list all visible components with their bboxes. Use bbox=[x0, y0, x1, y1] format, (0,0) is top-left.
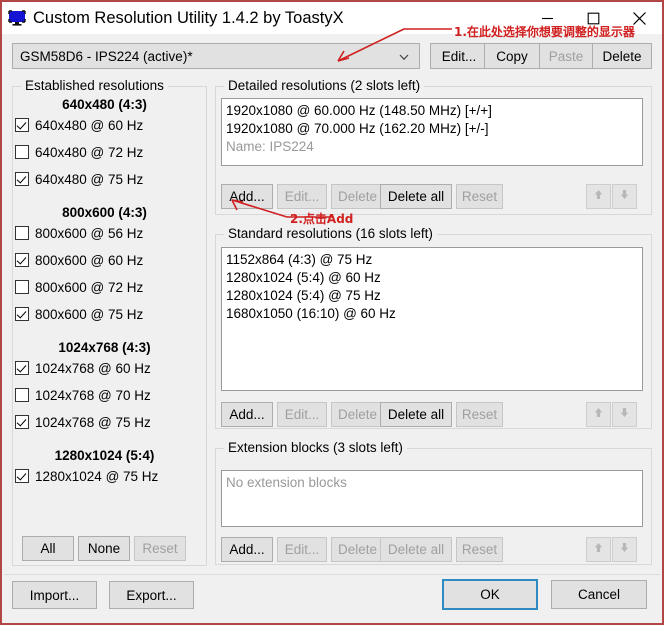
detailed-resolutions-list[interactable]: 1920x1080 @ 60.000 Hz (148.50 MHz) [+/+]… bbox=[221, 98, 643, 166]
standard-edit-button: Edit... bbox=[277, 402, 327, 427]
established-checkbox-row[interactable]: 800x600 @ 75 Hz bbox=[15, 304, 143, 324]
list-item[interactable]: Name: IPS224 bbox=[226, 138, 642, 156]
established-heading-1280x1024: 1280x1024 (5:4) bbox=[54, 448, 155, 463]
standard-resolutions-title: Standard resolutions (16 slots left) bbox=[224, 226, 437, 241]
established-item-label: 800x600 @ 75 Hz bbox=[35, 306, 144, 322]
established-checkbox-row[interactable]: 640x480 @ 60 Hz bbox=[15, 115, 143, 135]
copy-monitor-button[interactable]: Copy bbox=[484, 43, 540, 69]
established-item-label: 1024x768 @ 70 Hz bbox=[35, 387, 151, 403]
detailed-move-up-button bbox=[586, 184, 611, 209]
detailed-move-down-button bbox=[612, 184, 637, 209]
detailed-delete-button: Delete bbox=[331, 184, 384, 209]
established-item-label: 640x480 @ 72 Hz bbox=[35, 144, 144, 160]
list-item[interactable]: 1280x1024 (5:4) @ 60 Hz bbox=[226, 269, 642, 287]
arrow-up-icon bbox=[592, 541, 605, 559]
paste-monitor-button: Paste bbox=[539, 43, 593, 69]
checkbox-1024x768-75[interactable] bbox=[15, 415, 29, 429]
established-reset-button: Reset bbox=[134, 536, 186, 561]
extension-blocks-list[interactable]: No extension blocks bbox=[221, 470, 643, 527]
checkbox-800x600-60[interactable] bbox=[15, 253, 29, 267]
arrow-down-icon bbox=[618, 406, 631, 424]
list-item[interactable]: 1152x864 (4:3) @ 75 Hz bbox=[226, 251, 642, 269]
established-heading-1024x768: 1024x768 (4:3) bbox=[58, 340, 151, 355]
annotation-label-1: 1.在此处选择你想要调整的显示器 bbox=[454, 25, 635, 39]
monitor-icon bbox=[8, 9, 26, 27]
list-item: No extension blocks bbox=[226, 475, 347, 490]
extension-blocks-title: Extension blocks (3 slots left) bbox=[224, 440, 407, 455]
established-checkbox-row[interactable]: 1024x768 @ 70 Hz bbox=[15, 385, 151, 405]
extension-edit-button: Edit... bbox=[277, 537, 327, 562]
export-button[interactable]: Export... bbox=[109, 581, 194, 609]
extension-reset-button: Reset bbox=[456, 537, 503, 562]
list-item[interactable]: 1280x1024 (5:4) @ 75 Hz bbox=[226, 287, 642, 305]
detailed-reset-button: Reset bbox=[456, 184, 503, 209]
cancel-button[interactable]: Cancel bbox=[551, 580, 647, 609]
ok-button[interactable]: OK bbox=[442, 579, 538, 610]
select-all-button[interactable]: All bbox=[22, 536, 74, 561]
list-item[interactable]: 1920x1080 @ 70.000 Hz (162.20 MHz) [+/-] bbox=[226, 120, 642, 138]
established-checkbox-row[interactable]: 800x600 @ 72 Hz bbox=[15, 277, 143, 297]
arrow-up-icon bbox=[592, 406, 605, 424]
established-item-label: 1024x768 @ 75 Hz bbox=[35, 414, 151, 430]
custom-resolution-utility-window: Custom Resolution Utility 1.4.2 by Toast… bbox=[0, 0, 664, 625]
extension-delete-all-button: Delete all bbox=[380, 537, 452, 562]
checkbox-1280x1024-75[interactable] bbox=[15, 469, 29, 483]
standard-move-up-button bbox=[586, 402, 611, 427]
extension-add-button[interactable]: Add... bbox=[221, 537, 273, 562]
standard-reset-button: Reset bbox=[456, 402, 503, 427]
established-item-label: 640x480 @ 60 Hz bbox=[35, 117, 144, 133]
checkbox-1024x768-60[interactable] bbox=[15, 361, 29, 375]
select-none-button[interactable]: None bbox=[78, 536, 130, 561]
detailed-add-button[interactable]: Add... bbox=[221, 184, 273, 209]
established-item-label: 800x600 @ 56 Hz bbox=[35, 225, 144, 241]
standard-resolutions-list[interactable]: 1152x864 (4:3) @ 75 Hz 1280x1024 (5:4) @… bbox=[221, 247, 643, 391]
arrow-up-icon bbox=[592, 188, 605, 206]
established-item-label: 800x600 @ 60 Hz bbox=[35, 252, 144, 268]
established-item-label: 1024x768 @ 60 Hz bbox=[35, 360, 151, 376]
detailed-delete-all-button[interactable]: Delete all bbox=[380, 184, 452, 209]
arrow-down-icon bbox=[618, 541, 631, 559]
established-heading-800x600: 800x600 (4:3) bbox=[62, 205, 147, 220]
standard-move-down-button bbox=[612, 402, 637, 427]
standard-add-button[interactable]: Add... bbox=[221, 402, 273, 427]
established-checkbox-row[interactable]: 800x600 @ 60 Hz bbox=[15, 250, 143, 270]
arrow-down-icon bbox=[618, 188, 631, 206]
annotation-label-2: 2.点击Add bbox=[290, 212, 354, 226]
established-checkbox-row[interactable]: 1280x1024 @ 75 Hz bbox=[15, 466, 158, 486]
checkbox-640x480-60[interactable] bbox=[15, 118, 29, 132]
checkbox-800x600-75[interactable] bbox=[15, 307, 29, 321]
chevron-down-icon bbox=[398, 50, 410, 62]
established-item-label: 800x600 @ 72 Hz bbox=[35, 279, 144, 295]
established-resolutions-title: Established resolutions bbox=[21, 78, 168, 93]
checkbox-640x480-72[interactable] bbox=[15, 145, 29, 159]
extension-move-down-button bbox=[612, 537, 637, 562]
established-item-label: 640x480 @ 75 Hz bbox=[35, 171, 144, 187]
established-checkbox-row[interactable]: 640x480 @ 75 Hz bbox=[15, 169, 143, 189]
established-item-label: 1280x1024 @ 75 Hz bbox=[35, 468, 159, 484]
established-checkbox-row[interactable]: 1024x768 @ 75 Hz bbox=[15, 412, 151, 432]
delete-monitor-button[interactable]: Delete bbox=[592, 43, 652, 69]
monitor-select-dropdown[interactable]: GSM58D6 - IPS224 (active)* bbox=[12, 43, 420, 69]
established-checkbox-row[interactable]: 640x480 @ 72 Hz bbox=[15, 142, 143, 162]
list-item[interactable]: 1920x1080 @ 60.000 Hz (148.50 MHz) [+/+] bbox=[226, 102, 642, 120]
extension-delete-button: Delete bbox=[331, 537, 384, 562]
standard-delete-button: Delete bbox=[331, 402, 384, 427]
import-button[interactable]: Import... bbox=[12, 581, 97, 609]
checkbox-800x600-72[interactable] bbox=[15, 280, 29, 294]
window-title: Custom Resolution Utility 1.4.2 by Toast… bbox=[33, 8, 344, 27]
monitor-select-value: GSM58D6 - IPS224 (active)* bbox=[20, 48, 193, 64]
established-checkbox-row[interactable]: 1024x768 @ 60 Hz bbox=[15, 358, 151, 378]
checkbox-800x600-56[interactable] bbox=[15, 226, 29, 240]
standard-delete-all-button[interactable]: Delete all bbox=[380, 402, 452, 427]
footer-divider bbox=[4, 574, 660, 575]
established-heading-640x480: 640x480 (4:3) bbox=[62, 97, 147, 112]
detailed-edit-button: Edit... bbox=[277, 184, 327, 209]
established-checkbox-row[interactable]: 800x600 @ 56 Hz bbox=[15, 223, 143, 243]
extension-move-up-button bbox=[586, 537, 611, 562]
detailed-resolutions-title: Detailed resolutions (2 slots left) bbox=[224, 78, 425, 93]
checkbox-1024x768-70[interactable] bbox=[15, 388, 29, 402]
checkbox-640x480-75[interactable] bbox=[15, 172, 29, 186]
edit-monitor-button[interactable]: Edit... bbox=[430, 43, 488, 69]
list-item[interactable]: 1680x1050 (16:10) @ 60 Hz bbox=[226, 305, 642, 323]
